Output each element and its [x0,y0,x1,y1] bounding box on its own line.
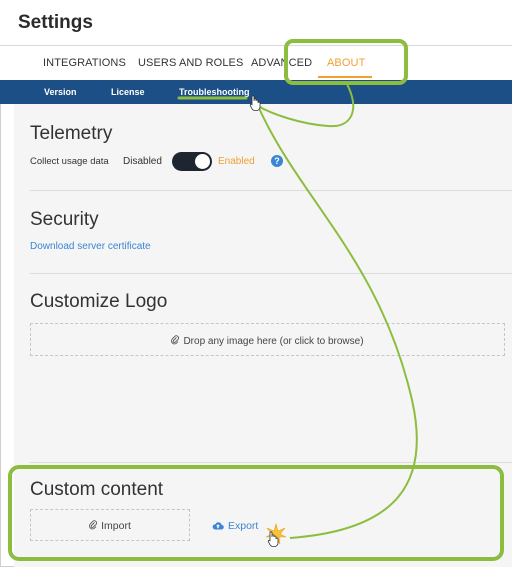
custom-content-heading: Custom content [30,479,164,500]
active-tab-indicator [318,76,372,78]
divider [30,190,512,191]
collect-usage-label: Collect usage data [30,156,109,167]
export-label: Export [228,520,259,532]
page-title: Settings [18,12,93,33]
dropzone-label: Drop any image here (or click to browse) [31,335,504,347]
toggle-disabled-label: Disabled [123,156,162,167]
download-certificate-link[interactable]: Download server certificate [30,241,151,252]
toggle-enabled-label: Enabled [218,156,255,167]
tab-row: INTEGRATIONS USERS AND ROLES ADVANCED AB… [0,46,512,80]
usage-data-toggle[interactable] [172,152,212,171]
tab-advanced[interactable]: ADVANCED [251,57,312,69]
logo-dropzone[interactable]: Drop any image here (or click to browse) [30,323,505,356]
tab-about[interactable]: ABOUT [327,57,365,69]
divider [30,273,512,274]
import-button[interactable]: Import [30,509,190,541]
tab-users-and-roles[interactable]: USERS AND ROLES [138,57,243,69]
import-label: Import [31,520,189,532]
subtab-license[interactable]: License [111,87,145,97]
divider [30,462,512,463]
security-heading: Security [30,209,99,230]
customize-logo-heading: Customize Logo [30,291,168,312]
export-button[interactable]: Export [212,520,258,532]
paperclip-icon [171,335,180,345]
dropzone-text: Drop any image here (or click to browse) [183,336,364,347]
paperclip-icon [89,520,98,530]
subtab-version[interactable]: Version [44,87,77,97]
title-bar: Settings [0,0,512,46]
import-text: Import [101,520,131,532]
subtab-troubleshooting[interactable]: Troubleshooting [179,87,250,97]
toggle-knob [195,154,210,169]
help-icon[interactable]: ? [271,155,283,167]
telemetry-heading: Telemetry [30,123,113,144]
tab-integrations[interactable]: INTEGRATIONS [43,57,126,69]
cloud-upload-icon [212,522,224,530]
subtab-bar: Version License Troubleshooting [0,80,512,104]
